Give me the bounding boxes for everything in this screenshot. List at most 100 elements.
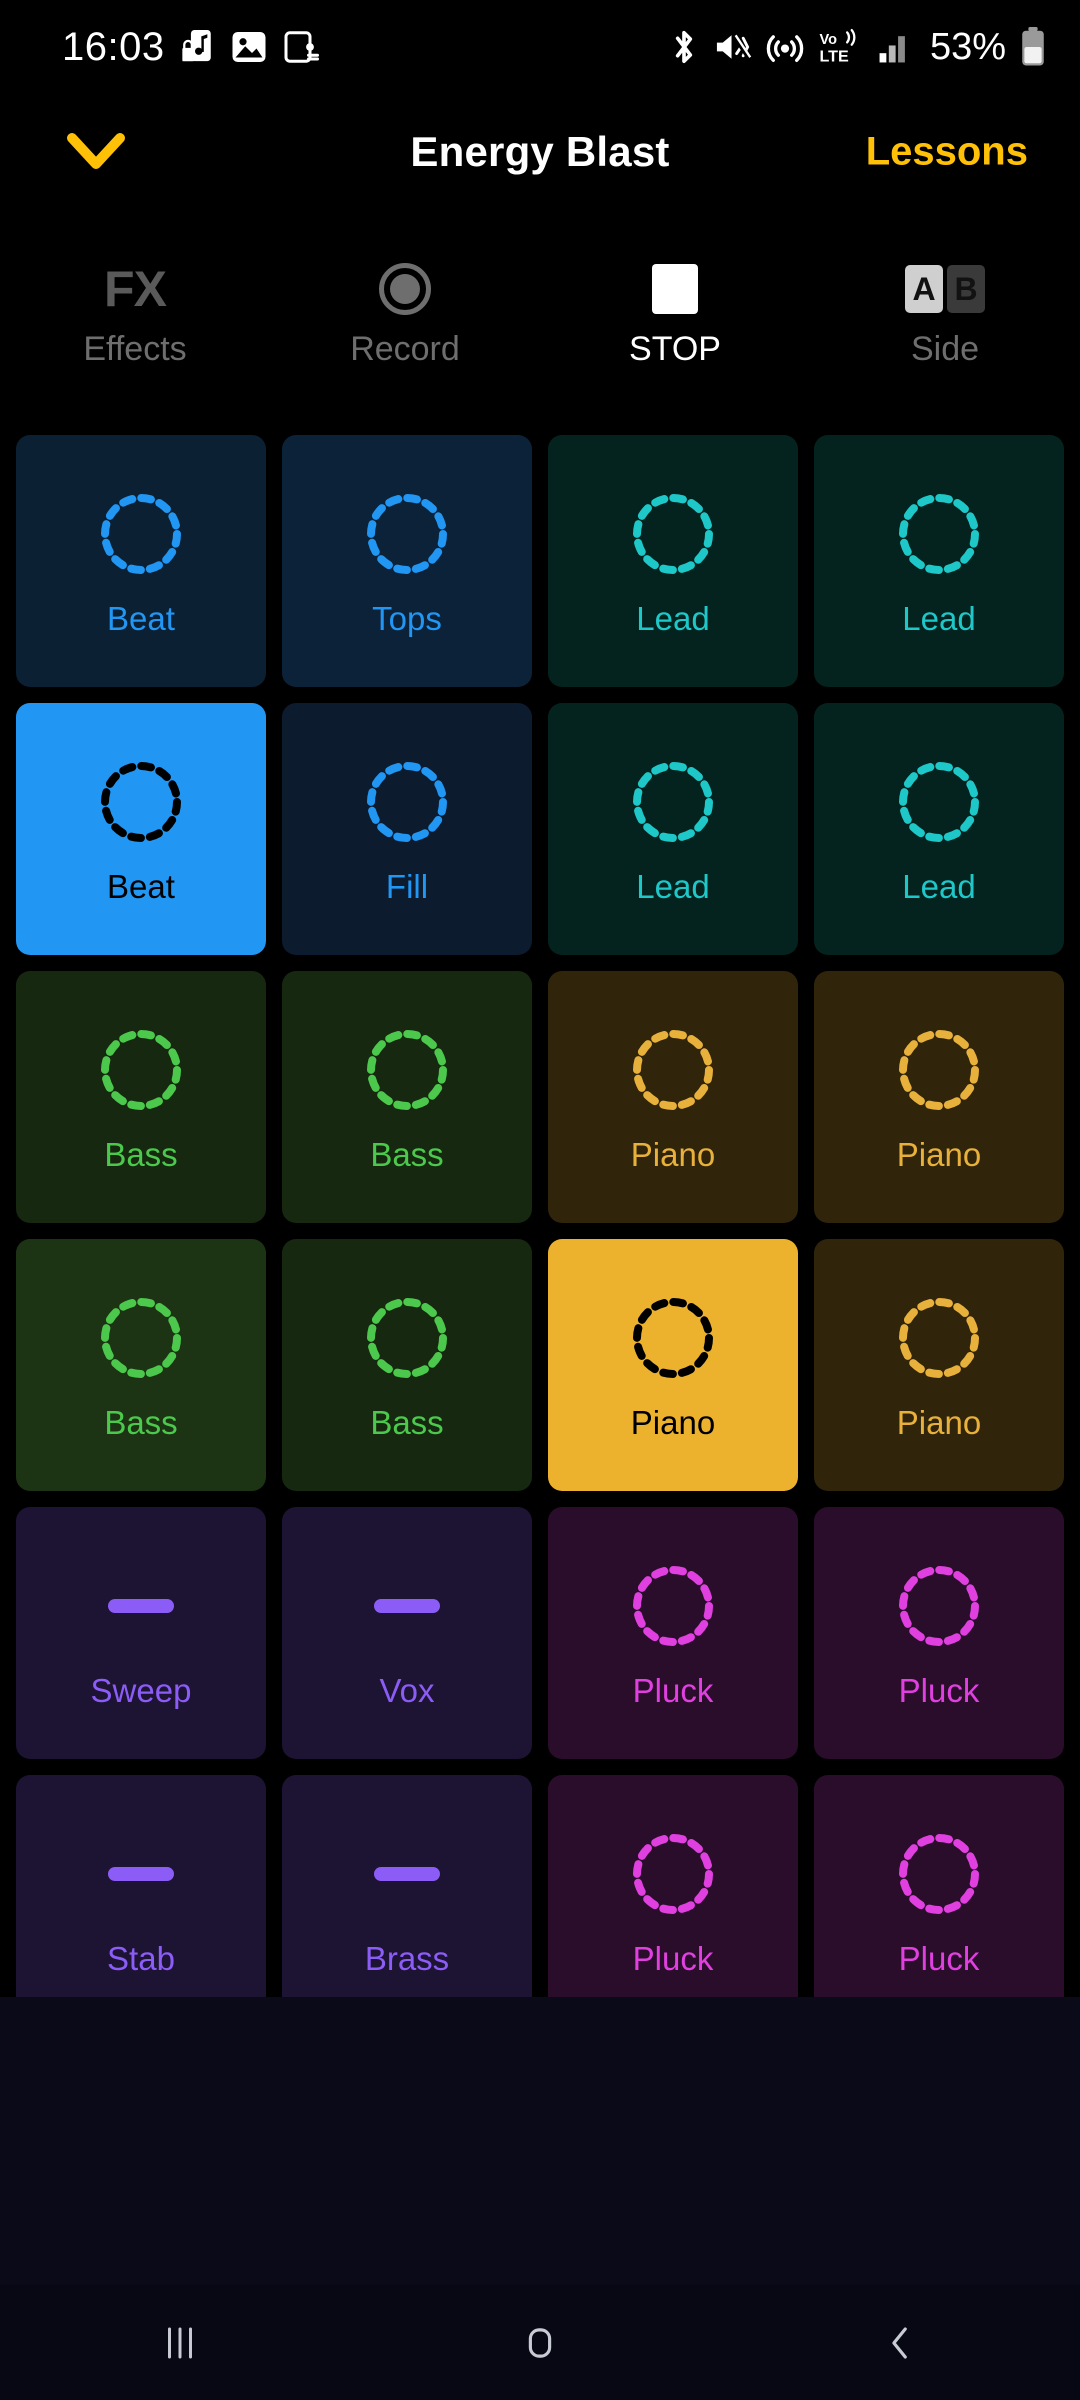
pad-label: Piano <box>630 1135 716 1173</box>
pad-label: Stab <box>107 1939 175 1977</box>
dashed-circle-icon <box>627 1024 719 1116</box>
pad-label: Fill <box>385 867 429 905</box>
volte-icon: Vo LTE <box>818 28 864 66</box>
pad-label: Beat <box>107 599 175 637</box>
lessons-button[interactable]: Lessons <box>866 130 1028 175</box>
pad-label: Pluck <box>632 1671 714 1709</box>
pad-pluck-18[interactable]: Pluck <box>548 1507 798 1759</box>
side-a-option[interactable]: A <box>905 265 943 313</box>
pad-label: Lead <box>902 867 976 905</box>
side-label: Side <box>910 330 980 368</box>
pad-label: Piano <box>896 1135 982 1173</box>
pad-stab-20[interactable]: Stab <box>16 1775 266 2027</box>
pad-beat-0[interactable]: Beat <box>16 435 266 687</box>
dashed-circle-icon <box>893 1828 985 1920</box>
pad-label: Brass <box>364 1939 450 1977</box>
pad-label: Piano <box>630 1403 716 1441</box>
pad-lead-7[interactable]: Lead <box>814 703 1064 955</box>
pad-lead-6[interactable]: Lead <box>548 703 798 955</box>
transport-toolbar: FX Effects Record STOP A B Side <box>0 258 1080 398</box>
pad-label: Bass <box>370 1135 444 1173</box>
dashed-circle-icon <box>361 488 453 580</box>
pad-vox-17[interactable]: Vox <box>282 1507 532 1759</box>
svg-text:Vo: Vo <box>819 32 837 48</box>
recents-icon[interactable] <box>80 2285 280 2400</box>
pad-piano-14[interactable]: Piano <box>548 1239 798 1491</box>
pad-label: Pluck <box>898 1671 980 1709</box>
bar-icon <box>95 1560 187 1652</box>
dashed-circle-icon <box>893 1560 985 1652</box>
pad-tops-1[interactable]: Tops <box>282 435 532 687</box>
pad-piano-10[interactable]: Piano <box>548 971 798 1223</box>
pad-beat-4[interactable]: Beat <box>16 703 266 955</box>
fx-glyph: FX <box>104 261 167 317</box>
dashed-circle-icon <box>361 1024 453 1116</box>
bottom-panel <box>0 1997 1080 2285</box>
pad-label: Sweep <box>90 1671 192 1709</box>
dashed-circle-icon <box>95 488 187 580</box>
dashed-circle-icon <box>95 1024 187 1116</box>
pad-label: Piano <box>896 1403 982 1441</box>
hotspot-icon <box>766 28 804 66</box>
pad-piano-15[interactable]: Piano <box>814 1239 1064 1491</box>
pad-fill-5[interactable]: Fill <box>282 703 532 955</box>
record-icon <box>379 258 431 320</box>
collapse-chevron-down-icon[interactable] <box>56 122 136 182</box>
bar-icon <box>361 1560 453 1652</box>
pad-lead-2[interactable]: Lead <box>548 435 798 687</box>
pad-label: Bass <box>104 1135 178 1173</box>
device-connect-icon <box>283 29 319 65</box>
pad-pluck-22[interactable]: Pluck <box>548 1775 798 2027</box>
battery-percent-label: 53% <box>929 26 1006 68</box>
dashed-circle-icon <box>893 1024 985 1116</box>
pad-bass-8[interactable]: Bass <box>16 971 266 1223</box>
pad-label: Vox <box>379 1671 435 1709</box>
ab-toggle-icon: A B <box>905 258 985 320</box>
bar-icon <box>95 1828 187 1920</box>
side-b-option[interactable]: B <box>947 265 985 313</box>
fx-icon: FX <box>104 258 167 320</box>
pad-label: Bass <box>370 1403 444 1441</box>
pad-lead-3[interactable]: Lead <box>814 435 1064 687</box>
status-bar-right: Vo LTE 53% <box>668 27 1046 67</box>
back-icon[interactable] <box>800 2285 1000 2400</box>
dashed-circle-icon <box>627 756 719 848</box>
android-nav-bar <box>0 2285 1080 2400</box>
status-bar: 16:03 Vo LTE 53% <box>0 0 1080 94</box>
record-button[interactable]: Record <box>270 258 540 398</box>
pad-bass-12[interactable]: Bass <box>16 1239 266 1491</box>
battery-icon <box>1020 27 1046 67</box>
bluetooth-icon <box>668 28 700 66</box>
dashed-circle-icon <box>361 1292 453 1384</box>
status-clock: 16:03 <box>62 25 165 69</box>
stop-icon <box>652 258 698 320</box>
dashed-circle-icon <box>627 1292 719 1384</box>
pad-sweep-16[interactable]: Sweep <box>16 1507 266 1759</box>
pad-label: Bass <box>104 1403 178 1441</box>
effects-button[interactable]: FX Effects <box>0 258 270 398</box>
pad-pluck-19[interactable]: Pluck <box>814 1507 1064 1759</box>
pad-bass-9[interactable]: Bass <box>282 971 532 1223</box>
dashed-circle-icon <box>627 1560 719 1652</box>
stop-label: STOP <box>629 330 721 368</box>
pad-label: Lead <box>902 599 976 637</box>
dashed-circle-icon <box>893 1292 985 1384</box>
side-toggle-button[interactable]: A B Side <box>810 258 1080 398</box>
dashed-circle-icon <box>627 488 719 580</box>
pad-label: Beat <box>107 867 175 905</box>
record-label: Record <box>350 330 460 368</box>
status-bar-left: 16:03 <box>62 27 319 67</box>
pad-bass-13[interactable]: Bass <box>282 1239 532 1491</box>
app-header: Energy Blast Lessons <box>0 94 1080 210</box>
pad-grid: Beat Tops Lead Lead Beat Fill Lead Lead Bass Bass… <box>16 435 1064 2027</box>
pad-piano-11[interactable]: Piano <box>814 971 1064 1223</box>
pad-pluck-23[interactable]: Pluck <box>814 1775 1064 2027</box>
pad-brass-21[interactable]: Brass <box>282 1775 532 2027</box>
home-icon[interactable] <box>440 2285 640 2400</box>
dashed-circle-icon <box>95 1292 187 1384</box>
stop-button[interactable]: STOP <box>540 258 810 398</box>
dashed-circle-icon <box>893 488 985 580</box>
effects-label: Effects <box>83 330 187 368</box>
dashed-circle-icon <box>361 756 453 848</box>
music-note-lock-icon <box>181 28 215 66</box>
